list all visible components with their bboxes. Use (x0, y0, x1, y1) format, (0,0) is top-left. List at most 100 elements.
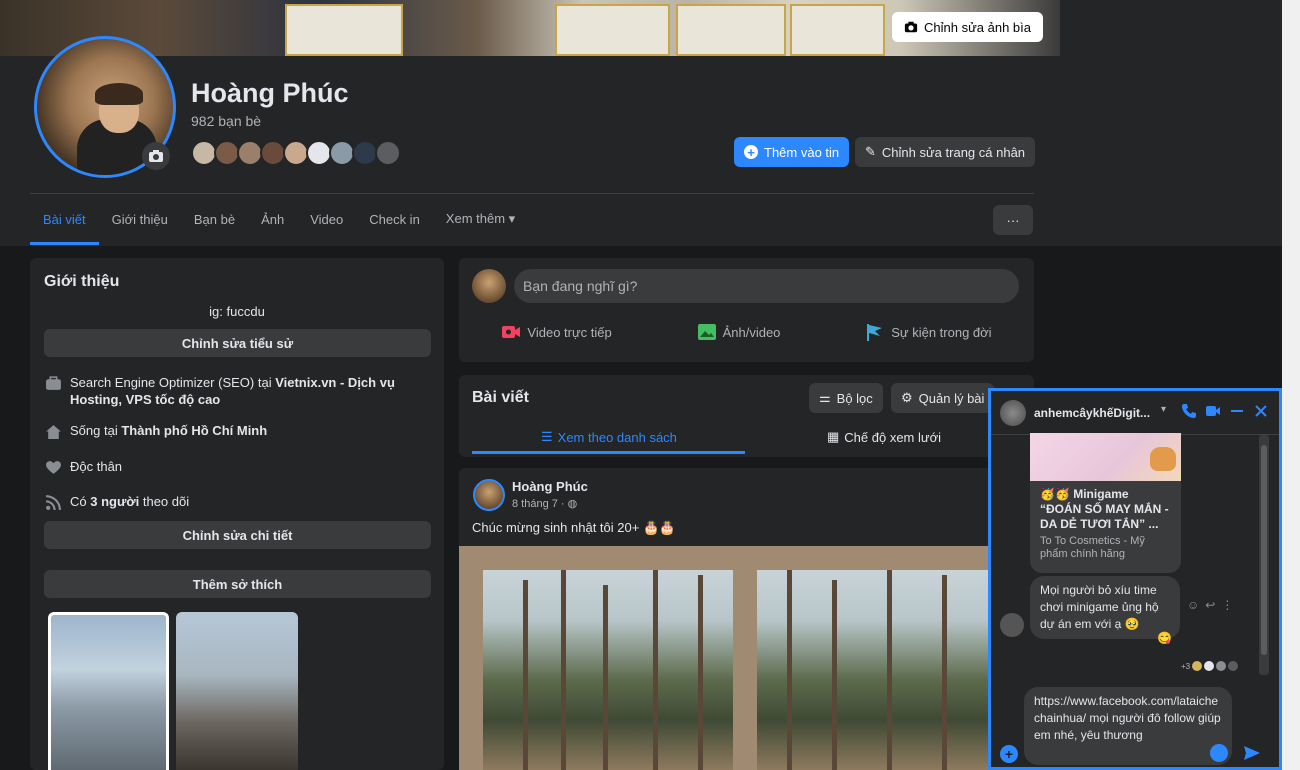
video-call-icon[interactable] (1205, 403, 1221, 419)
edit-details-button[interactable]: Chỉnh sửa chi tiết (44, 521, 431, 549)
list-view-label: Xem theo danh sách (557, 429, 677, 445)
link-preview-card[interactable]: 🥳🥳 Minigame “ĐOÁN SỐ MAY MẮN - DA DẺ TƯƠ… (1030, 481, 1181, 573)
post-photo[interactable] (757, 570, 997, 770)
tree-trunk (698, 575, 703, 770)
tree-trunk (942, 575, 947, 770)
life-event-button[interactable]: Sự kiện trong đời (865, 322, 992, 342)
tree-trunk (653, 570, 658, 770)
edit-profile-button[interactable]: ✎ Chỉnh sửa trang cá nhân (855, 137, 1036, 167)
chat-name[interactable]: anhemcâykhếDigit... (1034, 406, 1150, 420)
cover-photo[interactable]: Chỉnh sửa ảnh bìa (0, 0, 1060, 56)
globe-icon: ◍ (567, 498, 578, 510)
chat-scrollbar[interactable] (1259, 435, 1269, 675)
seen-avatar (1228, 661, 1239, 671)
tab-friends[interactable]: Bạn bè (181, 194, 248, 244)
message-bubble[interactable]: Mọi người bỏ xíu time chơi minigame ủng … (1030, 576, 1180, 639)
scrollbar-thumb[interactable] (1261, 445, 1267, 655)
cover-certificate (676, 4, 786, 56)
post-photo[interactable] (483, 570, 733, 770)
emoji-react-icon[interactable]: ☺ (1187, 598, 1199, 612)
pencil-icon: ✎ (865, 144, 876, 159)
plus-icon[interactable]: + (1000, 745, 1018, 763)
filter-button[interactable]: ⚌ Bộ lọc (809, 383, 883, 413)
reply-icon[interactable]: ↩ (1205, 598, 1215, 612)
featured-photo[interactable] (48, 612, 169, 770)
phone-icon[interactable] (1181, 403, 1197, 419)
composer-input[interactable]: Bạn đang nghĩ gì? (514, 269, 1019, 303)
add-hobbies-button[interactable]: Thêm sở thích (44, 570, 431, 598)
more-icon[interactable]: ⋮ (1221, 598, 1233, 612)
window-edge (1282, 0, 1300, 770)
photo-icon (697, 324, 716, 340)
post-author[interactable]: Hoàng Phúc (512, 479, 588, 494)
link-preview-source: To To Cosmetics - Mỹ phẩm chính hãng (1040, 535, 1145, 560)
send-button[interactable] (1243, 744, 1261, 767)
list-view-tab[interactable]: ☰ Xem theo danh sách (541, 429, 677, 445)
tab-more[interactable]: Xem thêm ▾ (433, 194, 528, 244)
cover-certificate (285, 4, 403, 56)
camera-icon (149, 150, 163, 162)
live-video-icon (502, 326, 521, 338)
post-image[interactable] (459, 546, 1034, 770)
minimize-icon[interactable] (1229, 403, 1245, 419)
edit-cover-button[interactable]: Chỉnh sửa ảnh bìa (892, 12, 1043, 42)
add-story-label: Thêm vào tin (764, 144, 840, 160)
lives-prefix: Sống tại (70, 423, 122, 438)
post-composer: Bạn đang nghĩ gì? Video trực tiếp Ảnh/vi… (459, 258, 1034, 362)
active-tab-indicator (472, 451, 745, 454)
profile-tabs: Bài viết Giới thiệu Bạn bè Ảnh Video Che… (30, 194, 528, 246)
tab-posts[interactable]: Bài viết (30, 194, 99, 245)
more-options-button[interactable]: ··· (993, 205, 1033, 235)
avatar[interactable] (1000, 613, 1024, 637)
post-date[interactable]: 8 tháng 7 · ◍ (512, 497, 577, 510)
edit-cover-label: Chỉnh sửa ảnh bìa (924, 19, 1031, 35)
grid-view-tab[interactable]: ▦ Chế độ xem lưới (827, 429, 941, 445)
close-icon[interactable] (1253, 403, 1269, 419)
tab-photos[interactable]: Ảnh (248, 194, 297, 244)
link-preview-image[interactable] (1030, 433, 1181, 481)
featured-photo[interactable] (176, 612, 298, 770)
edit-profile-label: Chỉnh sửa trang cá nhân (881, 144, 1026, 160)
chevron-down-icon[interactable]: ▾ (1161, 404, 1166, 415)
message-actions: ☺ ↩ ⋮ (1187, 598, 1233, 612)
intro-followers: Có 3 người theo dõi (44, 493, 434, 511)
tab-about[interactable]: Giới thiệu (99, 194, 181, 244)
friends-count[interactable]: 982 bạn bè (191, 113, 261, 129)
seen-avatar (1192, 661, 1203, 671)
home-icon (44, 422, 62, 440)
intro-followers-text: Có 3 người theo dõi (70, 493, 189, 511)
followers-count[interactable]: 3 người (90, 494, 139, 509)
friend-avatar[interactable] (375, 140, 401, 166)
avatar[interactable] (1000, 400, 1026, 426)
tab-videos[interactable]: Video (297, 194, 356, 244)
message-input[interactable]: https://www.facebook.com/lataichechainhu… (1024, 687, 1232, 765)
manage-posts-label: Quản lý bài (918, 390, 985, 406)
intro-work: Search Engine Optimizer (SEO) tại Vietni… (44, 374, 434, 408)
avatar[interactable] (473, 479, 505, 511)
profile-name: Hoàng Phúc (191, 78, 349, 108)
manage-posts-button[interactable]: ⚙ Quản lý bài (891, 383, 995, 413)
message-reaction[interactable]: 😋 (1157, 631, 1172, 645)
briefcase-icon (44, 374, 62, 392)
seen-by-row: +3 (1181, 661, 1239, 671)
live-video-button[interactable]: Video trực tiếp (501, 322, 612, 342)
relationship-text: Độc thân (70, 459, 123, 474)
intro-title: Giới thiệu (44, 273, 120, 290)
avatar-camera-button[interactable] (142, 142, 170, 170)
photo-video-button[interactable]: Ảnh/video (697, 322, 780, 342)
cover-certificate (555, 4, 670, 56)
posts-section-header: Bài viết ⚌ Bộ lọc ⚙ Quản lý bài ☰ Xem th… (459, 375, 1034, 457)
chat-header: anhemcâykhếDigit... ▾ (991, 391, 1279, 435)
flag-icon (867, 324, 883, 341)
emoji-icon[interactable] (1210, 744, 1228, 762)
messenger-chat-window: anhemcâykhếDigit... ▾ 🥳🥳 Minigame “ĐOÁN … (988, 388, 1282, 770)
add-story-button[interactable]: + Thêm vào tin (734, 137, 850, 167)
edit-bio-button[interactable]: Chỉnh sửa tiểu sử (44, 329, 431, 357)
lives-city[interactable]: Thành phố Hồ Chí Minh (121, 423, 267, 438)
seen-avatar (1204, 661, 1215, 671)
followers-prefix: Có (70, 494, 91, 509)
tree-trunk (887, 570, 892, 770)
avatar[interactable] (472, 269, 506, 303)
tab-checkin[interactable]: Check in (356, 194, 433, 244)
gear-icon: ⚙ (901, 390, 913, 405)
